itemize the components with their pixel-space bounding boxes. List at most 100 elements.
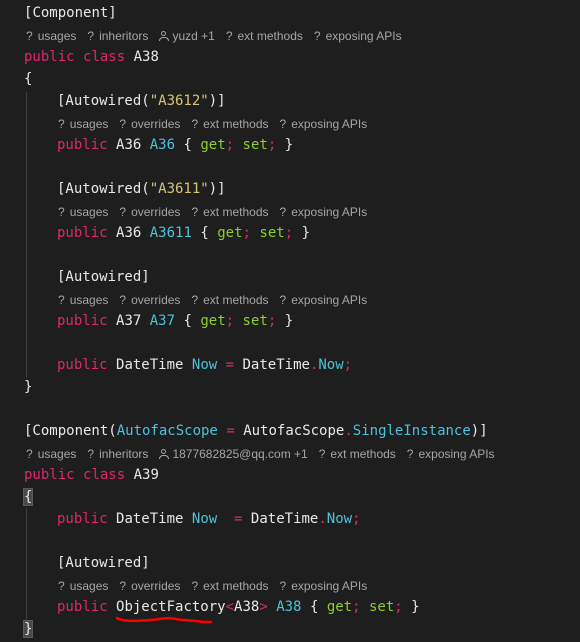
lens-overrides[interactable]: ? overrides	[119, 205, 180, 219]
question-icon: ?	[119, 293, 127, 307]
lens-exposing-apis[interactable]: ? exposing APIs	[280, 117, 368, 131]
lens-usages[interactable]: ? usages	[58, 293, 108, 307]
lens-usages[interactable]: ? usages	[58, 117, 108, 131]
code-lens-member: ? usages ? overrides ? ext methods ? exposing A…	[0, 574, 580, 596]
lens-overrides[interactable]: ? overrides	[119, 293, 180, 307]
lens-usages[interactable]: ? usages	[26, 447, 76, 461]
lens-ext-methods[interactable]: ? ext methods	[191, 117, 268, 131]
question-icon: ?	[119, 579, 127, 593]
red-underline-annotation	[116, 616, 213, 624]
lens-overrides[interactable]: ? overrides	[119, 579, 180, 593]
code-lens-class-a39: ? usages ? inheritors 1877682825@qq.com +1 ? e…	[0, 442, 580, 464]
lens-inheritors[interactable]: ? inheritors	[87, 29, 148, 43]
question-icon: ?	[191, 117, 199, 131]
user-icon	[159, 449, 170, 459]
property-name: A37	[149, 313, 176, 329]
question-icon: ?	[26, 29, 33, 43]
code-editor[interactable]: [Component] ? usages ? inheritors yuzd +1 ? ex…	[0, 2, 580, 640]
property-name: A3611	[149, 225, 192, 241]
close-brace-line: }	[0, 376, 580, 398]
code-lens-member: ? usages ? overrides ? ext methods ? exposing A…	[0, 112, 580, 134]
member-attribute-line: [Autowired]	[57, 269, 150, 285]
lens-exposing-apis[interactable]: ? exposing APIs	[314, 29, 402, 43]
field-declaration: public DateTime Now = DateTime.Now;	[57, 511, 361, 527]
property-type: A36	[116, 225, 142, 241]
question-icon: ?	[279, 117, 287, 131]
property-declaration: public A37 A37 { get; set; }	[57, 313, 294, 329]
question-icon: ?	[279, 293, 287, 307]
open-brace: {	[24, 71, 33, 87]
question-icon: ?	[279, 579, 287, 593]
lens-author[interactable]: yuzd +1	[159, 29, 215, 43]
lens-ext-methods[interactable]: ? ext methods	[191, 579, 268, 593]
class-keyword: class	[83, 49, 126, 65]
lens-ext-methods[interactable]: ? ext methods	[226, 29, 303, 43]
property-name: A38	[276, 599, 302, 615]
attribute-name: Component	[32, 5, 109, 21]
field-declaration: public DateTime Now = DateTime.Now;	[57, 357, 353, 373]
lens-usages[interactable]: ? usages	[58, 579, 108, 593]
question-icon: ?	[119, 117, 127, 131]
property-declaration: public A36 A36 { get; set; }	[57, 137, 294, 153]
lens-inheritors[interactable]: ? inheritors	[87, 447, 148, 461]
lens-exposing-apis[interactable]: ? exposing APIs	[280, 293, 368, 307]
property-declaration: public A36 A3611 { get; set; }	[57, 225, 310, 241]
attribute-close: ]	[108, 5, 117, 21]
attribute-arg: "A3612"	[149, 93, 209, 109]
lens-exposing-apis[interactable]: ? exposing APIs	[280, 205, 368, 219]
close-brace-matched: }	[22, 620, 34, 638]
indent-guide	[26, 92, 27, 378]
indent-guide	[26, 508, 27, 620]
lens-exposing-apis[interactable]: ? exposing APIs	[280, 579, 368, 593]
close-brace: }	[24, 379, 33, 395]
modifier: public	[24, 49, 75, 65]
open-brace-line: {	[0, 68, 580, 90]
lens-ext-methods[interactable]: ? ext methods	[191, 205, 268, 219]
code-lens-member: ? usages ? overrides ? ext methods ? exposing A…	[0, 200, 580, 222]
question-icon: ?	[58, 205, 65, 219]
question-icon: ?	[26, 447, 33, 461]
class-a38-declaration: public class A38	[0, 46, 580, 68]
property-type-objectfactory: ObjectFactory	[116, 599, 226, 615]
class-a38-attribute-line: [Component]	[0, 2, 580, 24]
member-attribute-line: [Autowired("A3611")]	[57, 181, 226, 197]
property-type: A37	[116, 313, 142, 329]
lens-exposing-apis[interactable]: ? exposing APIs	[407, 447, 495, 461]
open-brace-matched: {	[22, 488, 34, 506]
member-attribute-line: [Autowired("A3612")]	[57, 93, 226, 109]
attribute-arg: "A3611"	[149, 181, 209, 197]
class-name: A39	[133, 467, 159, 483]
lens-author[interactable]: 1877682825@qq.com +1	[159, 447, 308, 461]
question-icon: ?	[119, 205, 127, 219]
question-icon: ?	[191, 205, 199, 219]
lens-ext-methods[interactable]: ? ext methods	[191, 293, 268, 307]
class-name: A38	[133, 49, 159, 65]
member-attribute-line: [Autowired]	[57, 555, 150, 571]
question-icon: ?	[58, 293, 65, 307]
class-a39-declaration: public class A39	[24, 467, 159, 483]
question-icon: ?	[318, 447, 326, 461]
lens-usages[interactable]: ? usages	[58, 205, 108, 219]
property-declaration: public ObjectFactory<A38> A38 { get; set…	[57, 599, 420, 615]
question-icon: ?	[191, 579, 199, 593]
question-icon: ?	[87, 447, 95, 461]
code-lens-member: ? usages ? overrides ? ext methods ? exposing A…	[0, 288, 580, 310]
question-icon: ?	[313, 29, 321, 43]
property-name: A36	[149, 137, 176, 153]
open-brace-line: {	[0, 486, 580, 508]
close-brace-line: }	[0, 618, 580, 640]
lens-overrides[interactable]: ? overrides	[119, 117, 180, 131]
question-icon: ?	[225, 29, 233, 43]
question-icon: ?	[58, 117, 65, 131]
question-icon: ?	[191, 293, 199, 307]
property-type: A36	[116, 137, 142, 153]
question-icon: ?	[87, 29, 95, 43]
lens-ext-methods[interactable]: ? ext methods	[319, 447, 396, 461]
user-icon	[159, 31, 170, 41]
lens-usages[interactable]: ? usages	[26, 29, 76, 43]
class-a39-attribute-line: [Component(AutofacScope = AutofacScope.S…	[24, 423, 488, 439]
